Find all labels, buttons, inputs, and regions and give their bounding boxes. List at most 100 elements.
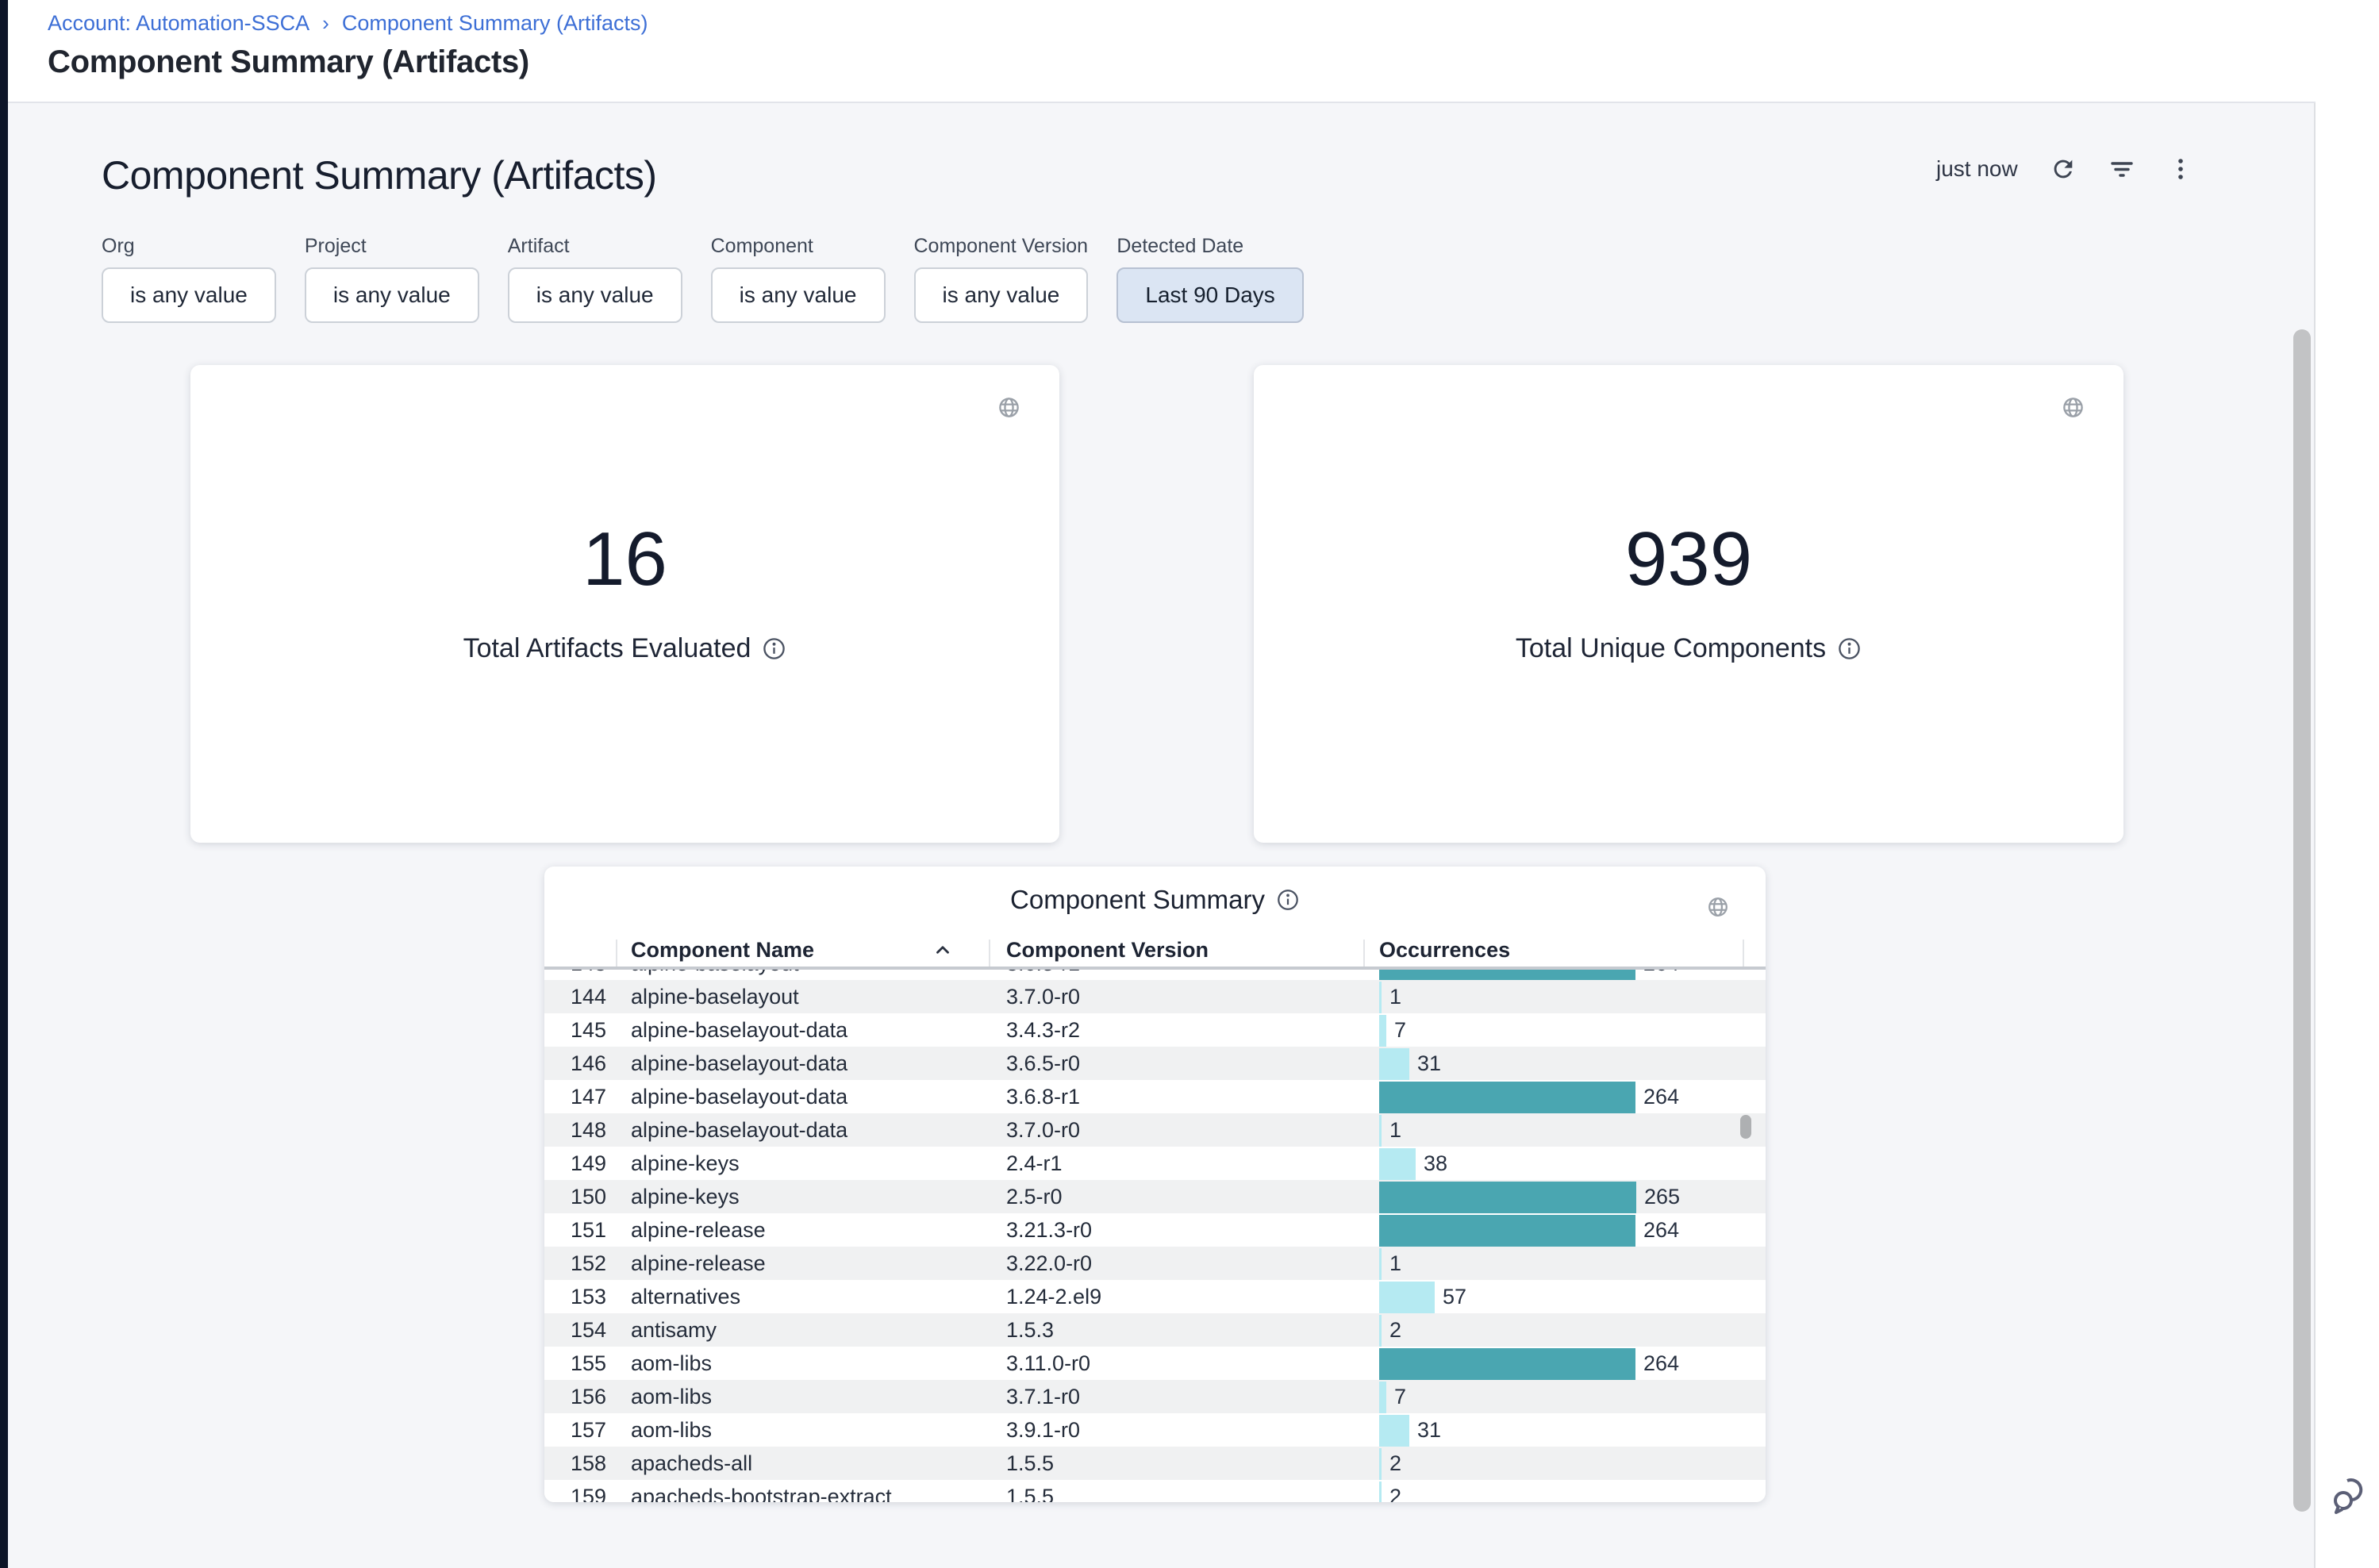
row-index: 146 — [544, 1047, 606, 1080]
table-header-shadow — [544, 967, 1766, 970]
table-row[interactable]: 146alpine-baselayout-data3.6.5-r031 — [544, 1047, 1766, 1080]
info-icon[interactable] — [1837, 636, 1862, 661]
table-row[interactable]: 153alternatives1.24-2.el957 — [544, 1280, 1766, 1313]
kebab-menu-icon[interactable] — [2167, 156, 2194, 183]
occurrence-value: 264 — [1643, 1347, 1679, 1380]
globe-icon — [2061, 395, 2085, 420]
occurrences-cell: 1 — [1379, 980, 1744, 1013]
occurrence-bar — [1379, 1415, 1409, 1447]
filter-value-button[interactable]: is any value — [508, 267, 682, 323]
row-index: 156 — [544, 1380, 606, 1413]
component-version-cell: 3.9.1-r0 — [1006, 1413, 1080, 1447]
component-version-cell: 3.11.0-r0 — [1006, 1347, 1090, 1380]
component-name-cell: antisamy — [631, 1313, 717, 1347]
breadcrumb-account-link[interactable]: Account: Automation-SSCA — [48, 11, 309, 36]
table-body: 143alpine-baselayout3.6.8-r1264144alpine… — [544, 970, 1766, 1502]
info-icon[interactable] — [1276, 888, 1300, 912]
filter-value-button[interactable]: is any value — [711, 267, 886, 323]
row-index: 145 — [544, 1013, 606, 1047]
table-row[interactable]: 149alpine-keys2.4-r138 — [544, 1147, 1766, 1180]
occurrence-value: 7 — [1394, 1380, 1406, 1413]
occurrences-cell: 31 — [1379, 1413, 1744, 1447]
column-header-occurrences[interactable]: Occurrences — [1379, 933, 1510, 967]
occurrence-bar — [1379, 1482, 1382, 1503]
table-row[interactable]: 152alpine-release3.22.0-r01 — [544, 1247, 1766, 1280]
component-name-cell: apacheds-all — [631, 1447, 752, 1480]
filter-label: Org — [102, 235, 276, 258]
table-row[interactable]: 143alpine-baselayout3.6.8-r1264 — [544, 970, 1766, 980]
occurrences-cell: 1 — [1379, 1247, 1744, 1280]
filter-org: Org is any value — [102, 235, 276, 323]
occurrence-bar — [1379, 1148, 1416, 1180]
last-refreshed-label: just now — [1936, 156, 2018, 182]
breadcrumb-page-link[interactable]: Component Summary (Artifacts) — [342, 11, 648, 36]
row-index: 158 — [544, 1447, 606, 1480]
occurrence-bar — [1379, 1015, 1386, 1047]
filter-label: Component — [711, 235, 886, 258]
component-version-cell: 3.6.5-r0 — [1006, 1047, 1080, 1080]
occurrence-bar — [1379, 1448, 1382, 1480]
occurrences-cell: 57 — [1379, 1280, 1744, 1313]
table-row[interactable]: 157aom-libs3.9.1-r031 — [544, 1413, 1766, 1447]
table-row[interactable]: 151alpine-release3.21.3-r0264 — [544, 1213, 1766, 1247]
table-row[interactable]: 159apacheds-bootstrap-extract1.5.52 — [544, 1480, 1766, 1502]
globe-icon — [1706, 895, 1731, 920]
column-header-component-name[interactable]: Component Name — [631, 933, 964, 967]
occurrence-bar — [1379, 982, 1382, 1013]
table-row[interactable]: 158apacheds-all1.5.52 — [544, 1447, 1766, 1480]
row-index: 159 — [544, 1480, 606, 1502]
table-row[interactable]: 150alpine-keys2.5-r0265 — [544, 1180, 1766, 1213]
component-name-cell: alpine-baselayout-data — [631, 1113, 847, 1147]
component-name-cell: alpine-baselayout-data — [631, 1080, 847, 1113]
dashboard-panel: Component Summary (Artifacts) just now O… — [8, 103, 2316, 1568]
component-name-cell: alpine-baselayout-data — [631, 1047, 847, 1080]
stat-label: Total Artifacts Evaluated — [463, 633, 751, 664]
occurrence-bar — [1379, 1182, 1636, 1213]
occurrence-value: 2 — [1389, 1313, 1401, 1347]
collapsed-nav-rail[interactable] — [0, 0, 8, 1568]
table-row[interactable]: 145alpine-baselayout-data3.4.3-r27 — [544, 1013, 1766, 1047]
page-scrollbar-thumb[interactable] — [2293, 329, 2311, 1512]
chat-bubbles-icon[interactable] — [2331, 1474, 2369, 1516]
row-index: 155 — [544, 1347, 606, 1380]
filter-value-button[interactable]: is any value — [305, 267, 479, 323]
filter-component: Component is any value — [711, 235, 886, 323]
breadcrumb: Account: Automation-SSCA › Component Sum… — [48, 11, 648, 36]
occurrences-cell: 264 — [1379, 1080, 1744, 1113]
filter-value-button[interactable]: is any value — [914, 267, 1089, 323]
occurrences-cell: 2 — [1379, 1480, 1744, 1502]
component-version-cell: 1.5.5 — [1006, 1447, 1054, 1480]
occurrence-bar — [1379, 1048, 1409, 1080]
table-row[interactable]: 144alpine-baselayout3.7.0-r01 — [544, 980, 1766, 1013]
column-header-component-version[interactable]: Component Version — [1006, 933, 1209, 967]
top-bar: Account: Automation-SSCA › Component Sum… — [8, 0, 2379, 103]
table-row[interactable]: 148alpine-baselayout-data3.7.0-r01 — [544, 1113, 1766, 1147]
filter-project: Project is any value — [305, 235, 479, 323]
occurrence-value: 265 — [1644, 1180, 1680, 1213]
occurrence-value: 57 — [1443, 1280, 1466, 1313]
occurrence-bar — [1379, 1115, 1382, 1147]
occurrence-value: 2 — [1389, 1480, 1401, 1502]
occurrence-value: 31 — [1417, 1413, 1441, 1447]
stat-value: 16 — [190, 516, 1059, 603]
filter-value-button[interactable]: Last 90 Days — [1116, 267, 1303, 323]
occurrences-cell: 264 — [1379, 1347, 1744, 1380]
table-row[interactable]: 156aom-libs3.7.1-r07 — [544, 1380, 1766, 1413]
refresh-icon[interactable] — [2050, 156, 2077, 183]
filter-label: Artifact — [508, 235, 682, 258]
filter-value-button[interactable]: is any value — [102, 267, 276, 323]
table-row[interactable]: 154antisamy1.5.32 — [544, 1313, 1766, 1347]
breadcrumb-separator-icon: › — [322, 11, 329, 36]
row-index: 147 — [544, 1080, 606, 1113]
sort-asc-icon[interactable] — [932, 940, 953, 960]
table-row[interactable]: 155aom-libs3.11.0-r0264 — [544, 1347, 1766, 1380]
table-scrollbar-thumb[interactable] — [1740, 1115, 1751, 1139]
stat-card-total-artifacts: 16 Total Artifacts Evaluated — [190, 365, 1059, 843]
occurrence-value: 1 — [1389, 980, 1401, 1013]
table-row[interactable]: 147alpine-baselayout-data3.6.8-r1264 — [544, 1080, 1766, 1113]
occurrence-value: 264 — [1643, 1213, 1679, 1247]
info-icon[interactable] — [762, 636, 786, 661]
row-index: 154 — [544, 1313, 606, 1347]
dashboard-title: Component Summary (Artifacts) — [102, 152, 657, 198]
filter-icon[interactable] — [2108, 156, 2135, 183]
